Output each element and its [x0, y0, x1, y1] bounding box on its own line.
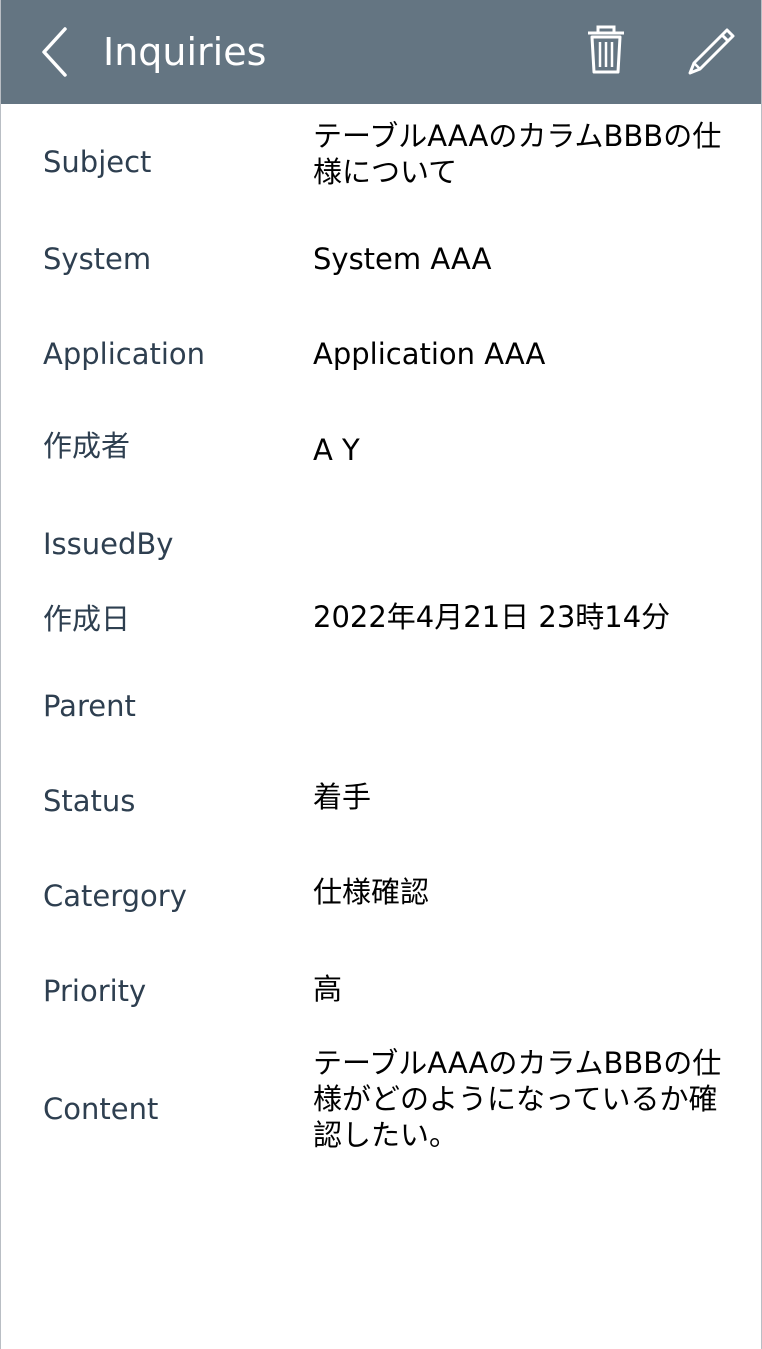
field-value: テーブルAAAのカラムBBBの仕様がどのようになっているか確認したい。 — [313, 1046, 722, 1152]
field-value: 仕様確認 — [313, 875, 430, 909]
field-label: 作成日 — [43, 602, 131, 636]
edit-button[interactable] — [683, 24, 739, 80]
back-button[interactable] — [31, 22, 81, 82]
app-header: Inquiries — [1, 0, 761, 104]
field-label: Content — [43, 1092, 159, 1126]
trash-icon — [588, 25, 624, 74]
field-label: Status — [43, 784, 136, 818]
field-label: Parent — [43, 689, 136, 723]
field-label: Application — [43, 337, 206, 371]
chevron-left-icon — [42, 27, 67, 77]
field-value: System AAA — [313, 242, 492, 276]
delete-button[interactable] — [581, 24, 631, 80]
field-value: テーブルAAAのカラムBBBの仕様について — [313, 119, 722, 189]
page-title: Inquiries — [103, 30, 267, 74]
field-value: 高 — [313, 972, 343, 1006]
field-label: Priority — [43, 974, 147, 1008]
field-label: System — [43, 242, 152, 276]
field-value: 2022年4月21日 23時14分 — [313, 600, 671, 634]
field-label: Catergory — [43, 879, 187, 913]
field-value: 着手 — [313, 780, 372, 814]
pencil-icon — [688, 28, 735, 75]
field-value: A Y — [313, 433, 360, 467]
field-label: 作成者 — [43, 429, 131, 463]
field-value: Application AAA — [313, 337, 546, 371]
field-label: IssuedBy — [43, 527, 174, 561]
field-label: Subject — [43, 145, 152, 179]
